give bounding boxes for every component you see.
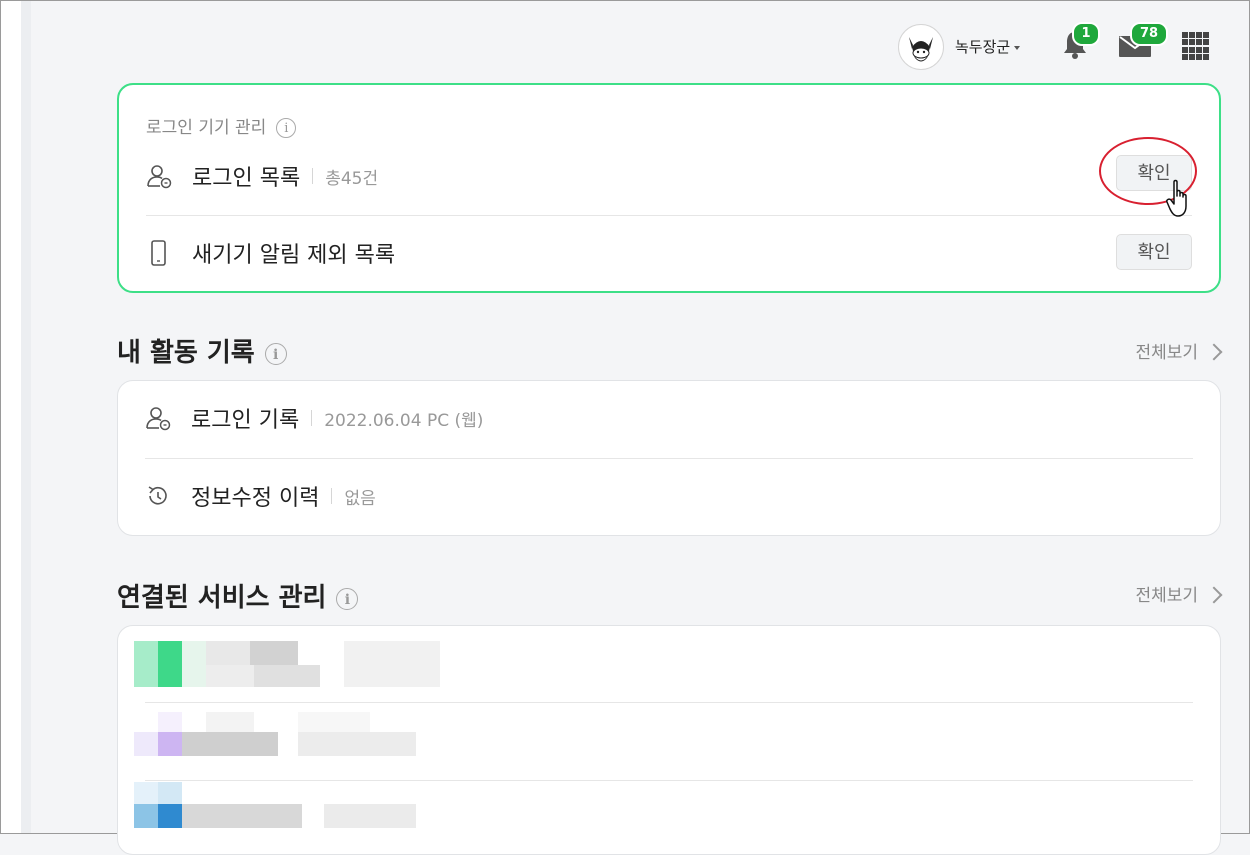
hand-cursor-icon <box>1166 179 1187 217</box>
apps-dot <box>1182 53 1188 60</box>
login-history-label: 로그인 기록 <box>191 408 300 433</box>
apps-dot <box>1203 46 1209 53</box>
login-list-row: 로그인 목록 총45건 <box>146 161 1192 191</box>
user-login-icon <box>146 163 174 189</box>
apps-dot <box>1196 46 1202 53</box>
avatar[interactable] <box>898 24 944 70</box>
mail-badge: 78 <box>1130 22 1168 46</box>
username: 녹두장군 <box>955 38 1011 56</box>
apps-dot <box>1189 53 1195 60</box>
new-device-exclusion-label: 새기기 알림 제외 목록 <box>192 243 396 268</box>
history-icon <box>145 483 173 509</box>
services-view-all-link[interactable]: 전체보기 <box>1135 581 1223 606</box>
chevron-right-icon <box>1205 343 1223 361</box>
activity-section-title: 내 활동 기록 i <box>117 332 287 369</box>
apps-dot <box>1182 46 1188 53</box>
separator <box>311 410 313 426</box>
services-card <box>117 625 1221 855</box>
activity-title-text: 내 활동 기록 <box>117 338 255 368</box>
apps-dot <box>1189 46 1195 53</box>
divider <box>145 458 1193 459</box>
apps-dot <box>1196 53 1202 60</box>
info-edit-history-label: 정보수정 이력 <box>191 486 320 511</box>
new-device-exclusion-row: 새기기 알림 제외 목록 <box>146 238 1192 268</box>
apps-dot <box>1196 32 1202 38</box>
left-edge <box>1 1 21 833</box>
login-count: 총45건 <box>325 168 379 189</box>
notification-badge: 1 <box>1072 22 1100 46</box>
apps-dot <box>1182 39 1188 46</box>
services-section-title: 연결된 서비스 관리 i <box>117 577 359 614</box>
separator <box>312 168 314 184</box>
chevron-right-icon <box>1205 586 1223 604</box>
info-icon[interactable]: i <box>336 587 359 610</box>
separator <box>331 488 333 504</box>
view-all-text: 전체보기 <box>1135 343 1198 363</box>
phone-icon <box>146 239 174 267</box>
divider <box>146 215 1192 216</box>
apps-dot <box>1196 39 1202 46</box>
viking-avatar-icon <box>900 26 942 68</box>
login-history-row[interactable]: 로그인 기록 2022.06.04 PC (웹) <box>145 403 1193 433</box>
apps-dot <box>1189 39 1195 46</box>
username-menu[interactable]: 녹두장군 <box>955 36 1021 57</box>
info-edit-history-row[interactable]: 정보수정 이력 없음 <box>145 481 1193 511</box>
activity-view-all-link[interactable]: 전체보기 <box>1135 338 1223 363</box>
services-title-text: 연결된 서비스 관리 <box>117 583 327 613</box>
apps-dot <box>1189 32 1195 38</box>
apps-dot <box>1203 32 1209 38</box>
view-all-text: 전체보기 <box>1135 586 1198 606</box>
info-edit-history-meta: 없음 <box>344 488 376 509</box>
apps-dot <box>1203 53 1209 60</box>
notifications-button[interactable]: 1 <box>1062 22 1100 64</box>
login-list-label: 로그인 목록 <box>192 166 301 191</box>
user-login-icon <box>145 405 173 431</box>
divider <box>145 702 1193 703</box>
login-devices-card: 로그인 기기 관리 i 로그인 목록 총45건 확인 새기기 알림 제외 목록 확… <box>117 83 1221 293</box>
apps-dot <box>1203 39 1209 46</box>
info-icon[interactable]: i <box>264 342 287 365</box>
login-devices-title-text: 로그인 기기 관리 <box>146 118 267 138</box>
divider <box>145 780 1193 781</box>
apps-grid-button[interactable] <box>1182 32 1210 60</box>
activity-card: 로그인 기록 2022.06.04 PC (웹) 정보수정 이력 없음 <box>117 380 1221 536</box>
login-devices-title: 로그인 기기 관리 i <box>146 113 297 138</box>
login-history-meta: 2022.06.04 PC (웹) <box>324 410 484 431</box>
info-icon[interactable]: i <box>276 118 297 138</box>
new-device-exclusion-confirm-button[interactable]: 확인 <box>1116 234 1192 270</box>
caret-down-icon <box>1014 45 1021 50</box>
apps-dot <box>1182 32 1188 38</box>
mail-button[interactable]: 78 <box>1118 22 1168 62</box>
left-edge-shadow <box>21 1 31 833</box>
